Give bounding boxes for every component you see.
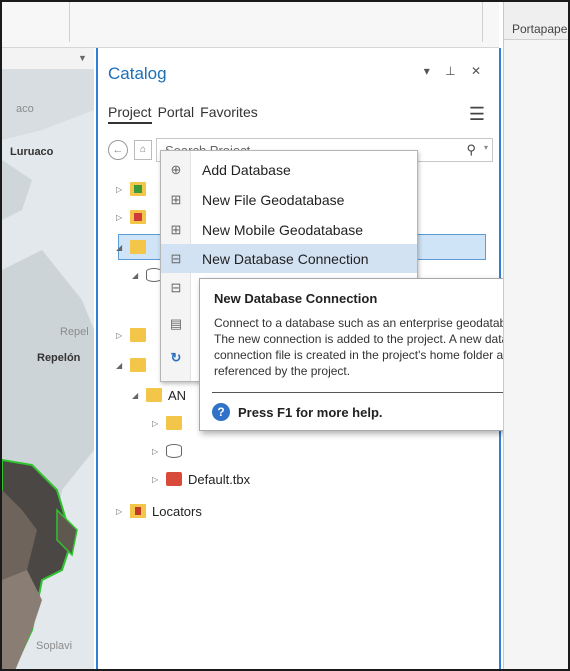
map-dropdown-icon[interactable]: ▼ [78, 53, 87, 63]
tab-project[interactable]: Project [108, 104, 152, 124]
menu-item-label: New Database Connection [202, 250, 369, 267]
help-label: Press F1 for more help. [238, 404, 383, 420]
catalog-tabs: Project Portal Favorites [108, 104, 258, 124]
add-database-icon: ⊕ [170, 161, 182, 177]
locators-icon [130, 504, 146, 518]
map-pane[interactable]: ▼ aco Luruaco Repel Repelón Soplavi [2, 48, 94, 671]
menu-item-new-mobile-geodatabase[interactable]: ⊞ New Mobile Geodatabase [161, 215, 417, 244]
expand-icon[interactable]: ▷ [152, 419, 166, 428]
expand-icon[interactable]: ▷ [152, 475, 166, 484]
back-icon[interactable]: ← [108, 140, 128, 160]
home-icon[interactable]: ⌂ [134, 140, 152, 160]
ribbon [2, 2, 499, 48]
tooltip-body: Connect to a database such as an enterpr… [214, 316, 535, 378]
tree-item[interactable]: ▷ Locators [116, 500, 202, 522]
menu-item-add-database[interactable]: ⊕ Add Database [161, 155, 417, 184]
file-geodatabase-icon: ⊞ [170, 191, 182, 207]
tree-item-label: Default.tbx [188, 471, 251, 487]
tree-item[interactable]: ◢ [116, 236, 152, 258]
tab-portal[interactable]: Portal [158, 104, 195, 124]
tree-item[interactable]: ▷ [152, 412, 188, 434]
refresh-icon: ↻ [170, 349, 182, 365]
paste-icon: ▤ [169, 315, 183, 331]
search-icon[interactable]: ⚲ [466, 142, 476, 158]
menu-item-label: New File Geodatabase [202, 191, 345, 208]
map-label: Luruaco [10, 146, 54, 158]
expand-icon[interactable]: ▷ [116, 331, 130, 340]
tooltip-help: ? Press F1 for more help. [212, 403, 383, 421]
geodatabase-icon [166, 444, 182, 458]
ribbon-divider [69, 2, 70, 42]
tree-item-label: Locators [152, 503, 202, 519]
map-header: ▼ [2, 48, 94, 70]
collapse-icon[interactable]: ◢ [132, 271, 146, 280]
tree-item[interactable]: ▷ [116, 324, 152, 346]
tab-favorites[interactable]: Favorites [200, 104, 258, 124]
app-window: ▼ aco Luruaco Repel Repelón Soplavi Cata… [0, 0, 570, 671]
folders-folder-icon [130, 358, 146, 372]
menu-item-new-database-connection[interactable]: ⊟ New Database Connection [161, 244, 417, 273]
toolbox-icon [166, 472, 182, 486]
map-label: Repel [60, 326, 89, 338]
menu-item-label: Add Database [202, 161, 291, 178]
expand-icon[interactable]: ▷ [116, 185, 130, 194]
expand-icon[interactable]: ▷ [152, 447, 166, 456]
ribbon-divider [482, 2, 483, 42]
tree-item[interactable]: ▷ [116, 178, 152, 200]
tooltip-divider [212, 392, 542, 393]
tree-item[interactable]: ▷ Default.tbx [152, 468, 250, 490]
expand-icon[interactable]: ▷ [116, 507, 130, 516]
chevron-down-icon[interactable]: ▾ [484, 143, 488, 152]
clipboard-label: Portapape [512, 22, 568, 36]
connection-icon: ⊟ [170, 279, 182, 295]
tree-item-label: AN [168, 387, 187, 403]
menu-icon[interactable]: ☰ [469, 104, 485, 125]
menu-item-new-file-geodatabase[interactable]: ⊞ New File Geodatabase [161, 185, 417, 214]
catalog-title: Catalog [108, 64, 167, 83]
collapse-icon[interactable]: ◢ [116, 243, 130, 252]
map-label: Repelón [37, 352, 81, 364]
tree-item[interactable]: ▷ [152, 440, 188, 462]
mobile-geodatabase-icon: ⊞ [170, 221, 182, 237]
expand-icon[interactable]: ▷ [116, 213, 130, 222]
folder-icon [166, 416, 182, 430]
tree-item[interactable]: ▷ [116, 206, 152, 228]
map-label: aco [16, 103, 34, 115]
database-connection-icon: ⊟ [170, 250, 182, 266]
home-folder-icon [146, 388, 162, 402]
collapse-icon[interactable]: ◢ [116, 361, 130, 370]
collapse-icon[interactable]: ◢ [132, 391, 146, 400]
tooltip-title: New Database Connection [214, 291, 378, 306]
right-pane: Portapape [503, 2, 568, 669]
map-label: Soplavi [36, 640, 73, 652]
tree-item[interactable]: ◢ [116, 354, 152, 376]
map-canvas[interactable] [2, 70, 94, 671]
menu-item-label: New Mobile Geodatabase [202, 221, 364, 238]
databases-folder-icon [130, 240, 146, 254]
pane-controls[interactable]: ▾ ⊥ ✕ [424, 64, 487, 78]
maps-folder-icon [130, 182, 146, 196]
tree-item[interactable]: ◢ AN [132, 384, 186, 406]
help-icon: ? [212, 403, 230, 421]
styles-folder-icon [130, 328, 146, 342]
toolboxes-folder-icon [130, 210, 146, 224]
right-pane-header: Portapape [504, 2, 568, 40]
